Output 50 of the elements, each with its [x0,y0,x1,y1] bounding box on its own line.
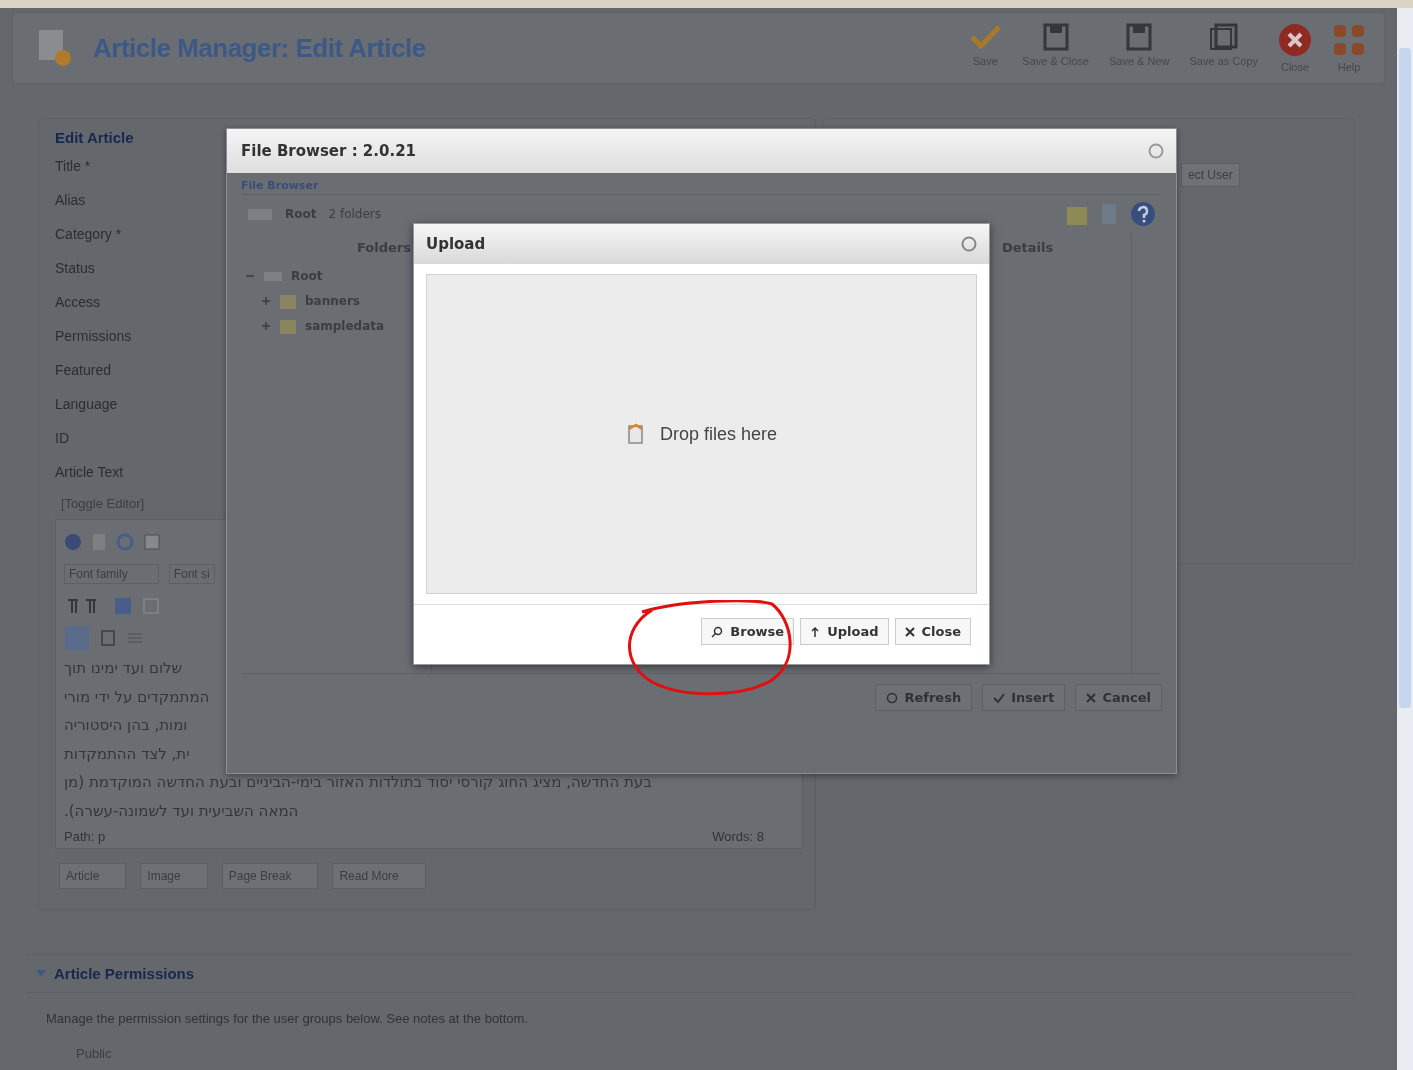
dialog-button[interactable]: Browse [701,618,795,645]
file-icon [625,423,646,445]
square-icon [144,534,160,550]
dialog-button[interactable]: Refresh [875,684,973,711]
drop-hint: Drop files here [659,423,778,445]
word-count: Words: 8 [712,828,764,844]
search-icon [711,625,724,638]
square-icon [114,597,132,615]
tree-toggle-icon[interactable] [261,320,271,331]
dialog-title: File Browser : 2.0.21 [241,142,416,160]
panel-legend: Edit Article [55,129,134,146]
dialog-button[interactable]: Close [894,618,971,645]
field-label: ID [55,429,69,448]
field-label: Permissions [55,327,132,346]
checkmark-icon [968,23,1003,51]
field-label: Language [55,395,118,414]
dialog-button[interactable]: Upload [800,618,889,645]
field-label: Title * [55,157,91,176]
square-icon [100,629,116,647]
close-icon[interactable] [961,236,977,252]
editor-text-line: ית, לצד ההתמקדות [64,743,191,765]
dialog-title: Upload [426,235,486,253]
editor-text-line: המתמקדים על ידי מורי [64,686,211,708]
field-label: Category * [55,225,122,244]
dialog-button[interactable]: Cancel [1075,684,1162,711]
field-label: Access [55,293,101,312]
field-label: Status [55,259,95,278]
arrow-up-icon [810,625,821,638]
tree-toggle-icon[interactable] [261,295,271,306]
circle-icon [116,533,134,551]
dialog-button[interactable]: Insert [982,684,1066,711]
scrollbar[interactable] [1397,8,1413,1070]
close-icon[interactable] [1148,143,1164,159]
editor-path: Path: p [64,828,106,844]
refresh-icon [886,691,899,704]
drop-zone[interactable]: Drop files here [426,274,977,594]
cross-icon [1086,692,1097,703]
field-label: Featured [55,361,112,380]
field-label: Article Text [55,463,124,482]
editor-text-line: שלום ועד ימינו תוך [64,658,184,679]
triangle-down-icon [36,969,46,978]
editor-text-line: המאה השביעית ועד לשמונה-עשרה). [64,800,300,822]
editor-text-line: ומות, בהן היסטוריה [64,715,189,736]
editor-text-line: בעת החדשה, מציג החוג קורסי יסוד בתולדות האזור בימי-הביניים ובעת החדשה המוקדמת (מן [64,772,653,793]
section-heading[interactable]: Article Permissions [26,955,1355,993]
field-label: Alias [55,191,86,210]
circle-icon [64,533,82,551]
cross-icon [904,626,915,637]
checkmark-icon [993,691,1006,704]
close-icon [1278,23,1312,57]
